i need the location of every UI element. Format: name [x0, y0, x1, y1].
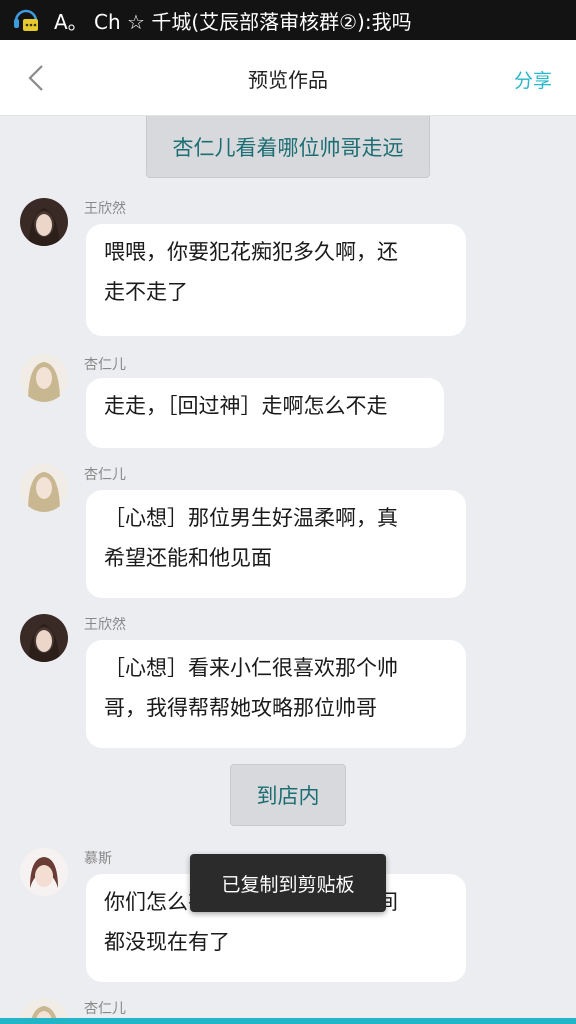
headset-chat-icon — [12, 5, 40, 35]
sender-name: 王欣然 — [84, 617, 126, 633]
avatar[interactable] — [20, 614, 68, 662]
message-line: 走走，［回过神］走啊怎么不走 — [104, 394, 388, 418]
message-bubble[interactable]: 喂喂，你要犯花痴犯多久啊，还 走不走了 — [86, 224, 466, 336]
message-bubble[interactable]: 走走，［回过神］走啊怎么不走 — [86, 378, 444, 448]
avatar[interactable] — [20, 464, 68, 512]
status-bar: A。 Ch ☆ 千城(艾辰部落审核群②):我吗 — [0, 0, 576, 40]
message-line: 哥，我得帮帮她攻略那位帅哥 — [104, 696, 377, 720]
sender-name: 慕斯 — [84, 851, 112, 867]
message-line: 喂喂，你要犯花痴犯多久啊，还 — [104, 240, 398, 264]
avatar[interactable] — [20, 848, 68, 896]
message-line: ［心想］那位男生好温柔啊，真 — [104, 506, 398, 530]
sender-name: 杏仁儿 — [84, 357, 126, 373]
sender-name: 杏仁儿 — [84, 467, 126, 483]
message-bubble[interactable]: ［心想］看来小仁很喜欢那个帅 哥，我得帮帮她攻略那位帅哥 — [86, 640, 466, 748]
share-button[interactable]: 分享 — [514, 66, 552, 93]
avatar[interactable] — [20, 198, 68, 246]
avatar[interactable] — [20, 354, 68, 402]
toast-notification: 已复制到剪贴板 — [190, 854, 386, 912]
bottom-accent-bar — [0, 1018, 576, 1024]
notification-text: A。 Ch ☆ 千城(艾辰部落审核群②):我吗 — [54, 9, 412, 34]
scene-card[interactable]: 杏仁儿看着哪位帅哥走远 — [146, 116, 430, 178]
sender-name: 王欣然 — [84, 201, 126, 217]
scene-card-label: 到店内 — [256, 784, 320, 808]
message-bubble[interactable]: ［心想］那位男生好温柔啊，真 希望还能和他见面 — [86, 490, 466, 598]
page-title: 预览作品 — [248, 68, 328, 92]
message-line: 都没现在有了 — [104, 930, 230, 954]
chat-preview[interactable]: 杏仁儿看着哪位帅哥走远 王欣然 喂喂，你要犯花痴犯多久啊，还 走不走了 杏仁儿 — [0, 116, 576, 1024]
message-line: 希望还能和他见面 — [104, 546, 272, 570]
nav-bar: 预览作品 分享 — [0, 40, 576, 116]
message-line: 走不走了 — [104, 280, 188, 304]
sender-name: 杏仁儿 — [84, 1001, 126, 1017]
message-line: ［心想］看来小仁很喜欢那个帅 — [104, 656, 398, 680]
scene-card[interactable]: 到店内 — [230, 764, 346, 826]
scene-card-label: 杏仁儿看着哪位帅哥走远 — [172, 135, 404, 160]
toast-text: 已复制到剪贴板 — [221, 873, 355, 896]
